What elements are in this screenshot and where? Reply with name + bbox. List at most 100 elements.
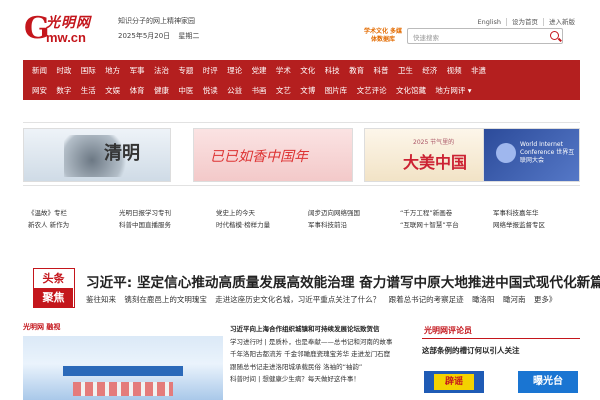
commentary-logo: 光明网评论员	[424, 325, 472, 335]
search-input[interactable]: 快速搜索	[407, 28, 563, 44]
nav-item[interactable]: 公益	[227, 85, 242, 96]
carousel-card-solar-terms[interactable]: 2025 节气里的 大美中国	[364, 128, 494, 182]
date-text: 2025年5月20日	[118, 32, 171, 40]
nav-item[interactable]: 科普	[373, 65, 388, 76]
carousel-card-qingming[interactable]: 清明	[23, 128, 171, 182]
nav-item[interactable]: 党建	[252, 65, 267, 76]
site-header: G 光明网 mw.cn 知识分子的网上精神家园 2025年5月20日 星期二 E…	[0, 0, 600, 56]
topic-link[interactable]: 新农人 新作为	[23, 219, 119, 229]
topic-link[interactable]: 军事科技前沿	[308, 219, 400, 229]
main-nav: 新闻 时政 国际 地方 军事 法治 专题 时评 理论 党建 学术 文化 科技 教…	[23, 60, 580, 100]
headline-title[interactable]: 习近平: 坚定信心推动高质量发展高效能治理 奋力谱写中原大地推进中国式现代化新篇…	[86, 271, 600, 291]
topic-link[interactable]: 时代楷模·榜样力量	[216, 219, 308, 229]
nav-item[interactable]: 文艺评论	[357, 85, 387, 96]
news-list: 习近平向上海合作组织城镇和可持续发展论坛致贺信 学习进行时 | 是质朴，也是奉献…	[230, 323, 410, 386]
topic-links: 《温故》专栏 光明日报学习专刊 党史上的今天 阔步迈向网络强国 “千万工程”新画…	[23, 206, 580, 230]
nav-item[interactable]: 图片库	[325, 85, 348, 96]
link-set-home[interactable]: 设为首页	[506, 18, 543, 26]
list-item[interactable]: 习近平向上海合作组织城镇和可持续发展论坛致贺信	[230, 323, 410, 336]
nav-item[interactable]: 时评	[203, 65, 218, 76]
carousel-title: 已已如香中国年	[210, 149, 308, 165]
rumor-debunk-label: 辟谣	[434, 374, 474, 390]
sub-link[interactable]: 鉴往知来	[86, 295, 116, 304]
site-tagline: 知识分子的网上精神家园	[118, 17, 195, 25]
nav-item[interactable]: 数字	[56, 85, 71, 96]
nav-item[interactable]: 新闻	[32, 65, 47, 76]
carousel-card-world-internet[interactable]: World Internet Conference 世界互联网大会	[483, 128, 580, 182]
nav-item[interactable]: 地方	[105, 65, 120, 76]
site-logo[interactable]: G 光明网 mw.cn	[24, 12, 114, 46]
feature-video[interactable]: 光明网 融视	[23, 320, 223, 400]
list-item[interactable]: 学习进行时 | 是质朴，也是奉献——总书记和河南的故事	[230, 336, 410, 349]
search-placeholder: 快速搜索	[413, 34, 439, 42]
carousel-card-newyear[interactable]: 已已如香中国年	[193, 128, 353, 182]
link-english[interactable]: English	[473, 18, 506, 26]
topic-link[interactable]: 阔步迈向网络强国	[308, 207, 400, 217]
nav-item[interactable]: 军事	[130, 65, 145, 76]
topic-link[interactable]: 光明日报学习专刊	[119, 207, 216, 217]
badge-top: 头条	[42, 272, 65, 285]
globe-icon	[496, 143, 516, 163]
logo-title: 光明网	[46, 15, 91, 31]
nav-item[interactable]: 视频	[447, 65, 462, 76]
nav-item[interactable]: 中医	[178, 85, 193, 96]
carousel-title: 清明	[104, 143, 140, 164]
list-item[interactable]: 千年洛阳古都流芳 千金邻瞰鹿瓷瑰宝芳华 走进龙门石窟	[230, 348, 410, 361]
nav-item[interactable]: 健康	[154, 85, 169, 96]
commentary-headline[interactable]: 这部条例的槽订何以引人关注	[422, 345, 520, 356]
headline-sublinks: 鉴往知来 镌刻在鹿邑上的文明瑰宝 走进这座历史文化名城，习近平重点关注了什么？ …	[86, 294, 562, 305]
nav-item[interactable]: 地方网评 ▾	[435, 85, 471, 96]
promo-banner[interactable]: 学术文化 多媒体数据库	[363, 28, 403, 44]
sub-link[interactable]: 瞰河南	[503, 295, 526, 304]
nav-item[interactable]: 教育	[349, 65, 364, 76]
sub-link[interactable]: 瞰洛阳	[472, 295, 495, 304]
nav-item[interactable]: 文娱	[105, 85, 120, 96]
nav-item[interactable]: 法治	[154, 65, 169, 76]
nav-item[interactable]: 理论	[227, 65, 242, 76]
topic-link[interactable]: 网络举报监督专区	[493, 219, 580, 229]
more-link[interactable]: 更多》	[534, 295, 557, 304]
nav-item[interactable]: 非遗	[471, 65, 486, 76]
nav-item[interactable]: 学术	[276, 65, 291, 76]
sub-link[interactable]: 镌刻在鹿邑上的文明瑰宝	[124, 295, 207, 304]
date-display: 2025年5月20日 星期二	[118, 31, 205, 41]
exposure-button[interactable]: 曝光台	[518, 371, 578, 393]
nav-item[interactable]: 国际	[81, 65, 96, 76]
sub-link[interactable]: 走进这座历史文化名城，习近平重点关注了什么？	[215, 295, 380, 304]
nav-item[interactable]: 时政	[56, 65, 71, 76]
topic-link[interactable]: “千万工程”新画卷	[400, 207, 493, 217]
topic-link[interactable]: 军事科技嘉年华	[493, 207, 580, 217]
feature-logo: 光明网 融视	[23, 323, 61, 331]
list-item[interactable]: 科普时间 | 想健康少生病？每天做好这件事！	[230, 373, 410, 386]
nav-item[interactable]: 书画	[252, 85, 267, 96]
sub-link[interactable]: 跟着总书记的考察足迹	[389, 295, 464, 304]
nav-item[interactable]: 文艺	[276, 85, 291, 96]
link-new-version[interactable]: 进入新版	[543, 18, 580, 26]
rumor-debunk-button[interactable]: 辟谣	[424, 371, 484, 393]
topic-link[interactable]: 党史上的今天	[216, 207, 308, 217]
commentary-panel: 光明网评论员 这部条例的槽订何以引人关注 辟谣 曝光台	[422, 323, 580, 400]
nav-item[interactable]: 专题	[178, 65, 193, 76]
nav-item[interactable]: 文化馆藏	[396, 85, 426, 96]
nav-item[interactable]: 经济	[422, 65, 437, 76]
nav-item[interactable]: 悦读	[203, 85, 218, 96]
feature-image	[23, 336, 223, 400]
nav-item[interactable]: 生活	[81, 85, 96, 96]
nav-item[interactable]: 科技	[325, 65, 340, 76]
topic-link[interactable]: 《温故》专栏	[23, 207, 119, 217]
nav-item[interactable]: 卫生	[398, 65, 413, 76]
nav-row-2: 网安 数字 生活 文娱 体育 健康 中医 悦读 公益 书画 文艺 文博 图片库 …	[23, 80, 580, 100]
image-crowd	[73, 382, 173, 396]
topic-link[interactable]: 科普中国直播服务	[119, 219, 216, 229]
commentary-header: 光明网评论员	[422, 323, 580, 339]
carousel-title: World Internet Conference 世界互联网大会	[520, 141, 575, 164]
nav-item[interactable]: 体育	[130, 85, 145, 96]
nav-item[interactable]: 文博	[300, 85, 315, 96]
list-item[interactable]: 跟随总书记走进洛阳城承载民俗 洛袖的“袖韵”	[230, 361, 410, 374]
nav-item[interactable]: 文化	[300, 65, 315, 76]
logo-domain: mw.cn	[46, 30, 86, 45]
nav-item[interactable]: 网安	[32, 85, 47, 96]
search-icon[interactable]	[550, 31, 559, 40]
carousel-subtitle: 2025 节气里的	[413, 139, 455, 146]
topic-link[interactable]: “互联网＋智慧”平台	[400, 219, 493, 229]
